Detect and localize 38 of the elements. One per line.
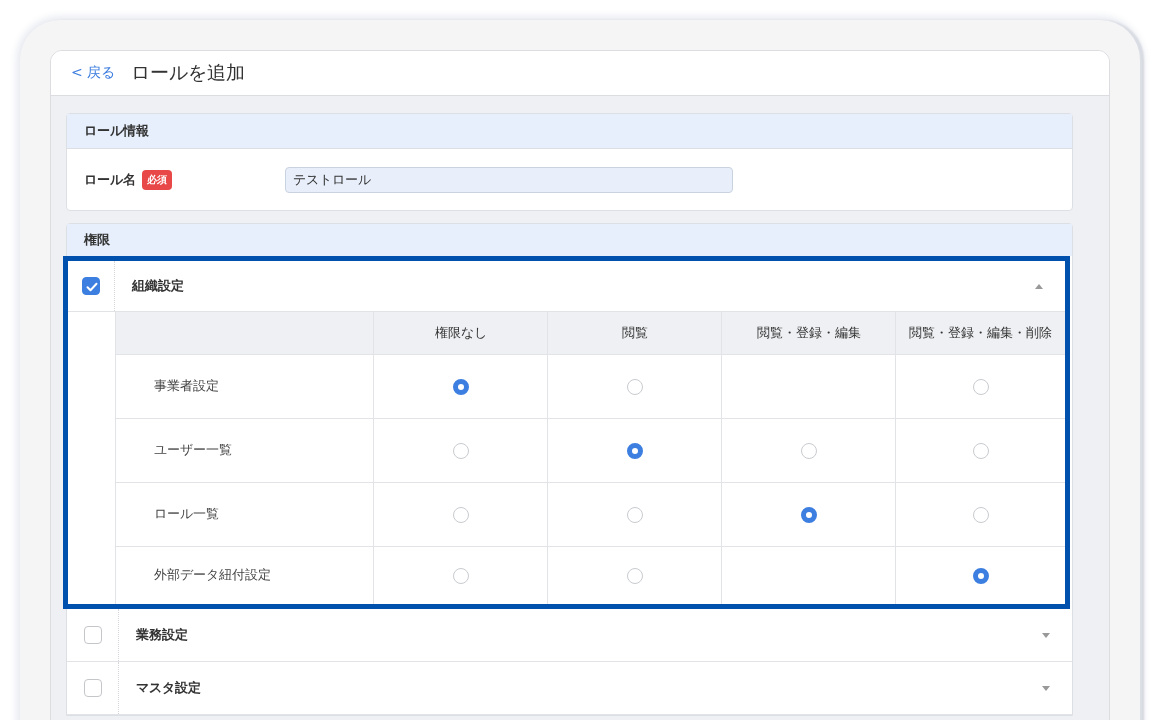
caret-icon[interactable] [1035, 283, 1043, 289]
checkbox[interactable] [83, 679, 102, 697]
group-label: マスタ設定 [136, 679, 202, 697]
caret-icon[interactable] [1042, 632, 1050, 638]
column-header: 閲覧・登録・編集・削除 [909, 324, 1052, 342]
field-label: ロール名 [84, 170, 136, 189]
radio-button[interactable] [972, 378, 989, 395]
column-header: 閲覧・登録・編集 [756, 324, 861, 342]
radio-button[interactable] [626, 442, 643, 459]
row-label: ロール一覧 [154, 506, 219, 523]
section-title: ロール情報 [84, 122, 149, 140]
row-label: 事業者設定 [154, 378, 219, 395]
checkbox[interactable] [82, 277, 100, 295]
radio-button[interactable] [452, 567, 469, 584]
row-label: 外部データ紐付設定 [154, 567, 271, 584]
radio-button[interactable] [452, 506, 469, 523]
radio-button[interactable] [972, 506, 989, 523]
row-label: ユーザー一覧 [154, 442, 232, 459]
radio-button[interactable] [972, 442, 989, 459]
radio-button[interactable] [972, 567, 989, 584]
section-title: 権限 [84, 231, 110, 249]
column-header: 権限なし [434, 324, 487, 342]
page-title: ロールを追加 [131, 60, 246, 85]
column-header: 閲覧 [621, 324, 648, 342]
role-name-field[interactable]: テストロール [285, 166, 733, 193]
group-label: 業務設定 [136, 626, 189, 644]
radio-button[interactable] [626, 506, 643, 523]
radio-button[interactable] [626, 378, 643, 395]
checkbox[interactable] [83, 626, 102, 644]
back-link[interactable]: < 戻る [71, 64, 116, 82]
radio-button[interactable] [452, 442, 469, 459]
radio-button[interactable] [800, 442, 817, 459]
required-badge: 必須 [142, 169, 172, 190]
group-label: 組織設定 [132, 277, 185, 295]
radio-button[interactable] [626, 567, 643, 584]
radio-button[interactable] [800, 506, 817, 523]
caret-icon[interactable] [1042, 685, 1050, 691]
radio-button[interactable] [452, 378, 469, 395]
